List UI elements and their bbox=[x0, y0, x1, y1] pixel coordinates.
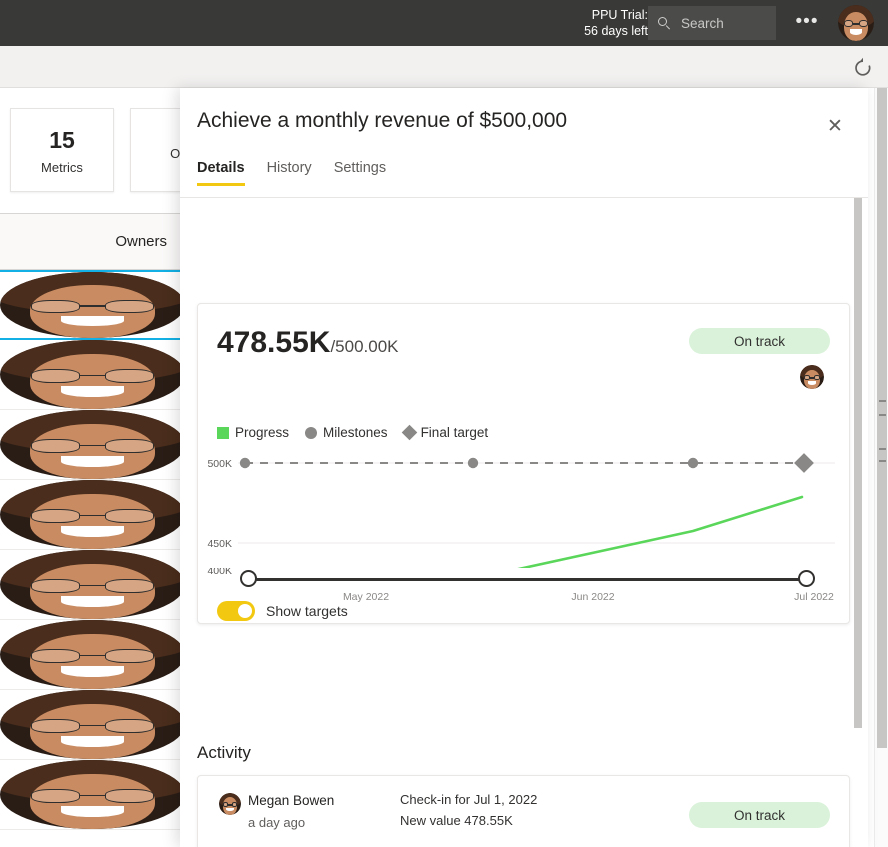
final-target-diamond-icon bbox=[401, 424, 417, 441]
legend-item-milestones: Milestones bbox=[305, 425, 388, 440]
app-root: PPU Trial: 56 days left Search ••• 15 Me… bbox=[0, 0, 888, 847]
legend-label: Milestones bbox=[323, 425, 388, 440]
table-row[interactable]: Megan Bowen bbox=[0, 340, 185, 410]
more-options-icon[interactable]: ••• bbox=[795, 12, 819, 34]
table-row[interactable]: Megan Bowen bbox=[0, 270, 185, 340]
activity-heading: Activity bbox=[197, 743, 251, 762]
avatar bbox=[0, 550, 185, 619]
slider-track[interactable] bbox=[250, 578, 805, 581]
metric-current-value: 478.55K bbox=[217, 326, 331, 359]
owners-table-rows: Megan Bowen Megan Bowen Megan Bowen bbox=[0, 270, 185, 830]
tab-settings[interactable]: Settings bbox=[334, 160, 386, 186]
status-badge: On track bbox=[689, 802, 830, 828]
slider-handle-start[interactable] bbox=[240, 570, 257, 587]
avatar bbox=[0, 480, 185, 549]
slider-handle-end[interactable] bbox=[798, 570, 815, 587]
panel-scrollbar[interactable] bbox=[854, 198, 862, 847]
svg-text:Jun 2022: Jun 2022 bbox=[571, 591, 614, 603]
avatar bbox=[0, 760, 185, 829]
avatar bbox=[0, 620, 185, 689]
avatar bbox=[0, 410, 185, 479]
progress-line-chart: 500K 450K bbox=[198, 451, 851, 568]
panel-tabs: Details History Settings bbox=[197, 160, 386, 186]
ppu-trial-line1: PPU Trial: bbox=[591, 8, 648, 22]
kpi-label: Metrics bbox=[41, 159, 83, 175]
svg-text:May 2022: May 2022 bbox=[343, 591, 389, 603]
show-targets-toggle-row: Show targets bbox=[217, 601, 348, 621]
table-column-header-owners[interactable]: Owners bbox=[0, 214, 185, 270]
panel-scrollbar-thumb[interactable] bbox=[854, 198, 862, 728]
avatar[interactable] bbox=[800, 365, 824, 389]
legend-item-final-target: Final target bbox=[401, 424, 489, 441]
ppu-trial-status: PPU Trial: 56 days left bbox=[538, 7, 648, 39]
user-avatar[interactable] bbox=[838, 5, 874, 41]
show-targets-toggle[interactable] bbox=[217, 601, 255, 621]
legend-label: Progress bbox=[235, 425, 290, 440]
panel-content: 478.55K/500.00K On track Progress Milest… bbox=[180, 198, 868, 847]
activity-author: Megan Bowen bbox=[248, 793, 335, 808]
show-targets-label: Show targets bbox=[266, 603, 348, 619]
chart-legend: Progress Milestones Final target bbox=[217, 424, 489, 441]
page-scrollbar-thumb[interactable] bbox=[877, 88, 887, 748]
tab-details[interactable]: Details bbox=[197, 160, 245, 186]
metric-target-value: /500.00K bbox=[330, 337, 399, 356]
metric-value-group: 478.55K/500.00K bbox=[217, 326, 399, 360]
status-badge: On track bbox=[689, 328, 830, 354]
top-navigation-bar: PPU Trial: 56 days left Search ••• bbox=[0, 0, 888, 46]
progress-chart-card: 478.55K/500.00K On track Progress Milest… bbox=[197, 303, 850, 624]
kpi-number: 15 bbox=[49, 126, 75, 153]
progress-square-icon bbox=[217, 426, 229, 439]
table-row[interactable]: Megan Bowen bbox=[0, 620, 185, 690]
avatar bbox=[0, 272, 185, 338]
tab-history[interactable]: History bbox=[267, 160, 312, 186]
search-input[interactable]: Search bbox=[648, 6, 776, 40]
legend-label: Final target bbox=[420, 425, 489, 440]
kpi-card-metrics[interactable]: 15 Metrics bbox=[10, 108, 114, 192]
avatar bbox=[219, 793, 241, 815]
search-icon bbox=[657, 16, 672, 31]
metric-details-panel: Achieve a monthly revenue of $500,000 ✕ … bbox=[180, 88, 868, 847]
avatar bbox=[0, 340, 185, 409]
table-row[interactable]: Megan Bowen bbox=[0, 480, 185, 550]
page-title: Achieve a monthly revenue of $500,000 bbox=[197, 109, 568, 132]
activity-list-item[interactable]: Megan Bowen a day ago Check-in for Jul 1… bbox=[197, 775, 850, 847]
activity-timestamp: a day ago bbox=[248, 815, 306, 830]
ppu-trial-line2: 56 days left bbox=[584, 24, 648, 38]
refresh-icon[interactable] bbox=[851, 56, 875, 80]
table-row[interactable]: Megan Bowen bbox=[0, 550, 185, 620]
search-placeholder: Search bbox=[681, 15, 724, 31]
legend-item-progress: Progress bbox=[217, 425, 289, 440]
page-scrollbar[interactable] bbox=[874, 88, 888, 847]
table-row[interactable]: Megan Bowen bbox=[0, 760, 185, 830]
column-header-label: Owners bbox=[115, 233, 167, 250]
close-icon[interactable]: ✕ bbox=[824, 116, 846, 138]
milestone-circle-icon bbox=[305, 426, 318, 439]
table-row[interactable]: Megan Bowen bbox=[0, 410, 185, 480]
command-bar bbox=[0, 46, 888, 88]
activity-new-value: New value 478.55K bbox=[400, 813, 513, 828]
activity-checkin-date: Check-in for Jul 1, 2022 bbox=[400, 792, 538, 807]
svg-text:400K: 400K bbox=[207, 568, 232, 577]
avatar-face-icon bbox=[838, 5, 874, 41]
progress-line bbox=[517, 495, 804, 568]
svg-text:Jul 2022: Jul 2022 bbox=[794, 591, 834, 603]
table-row[interactable]: Megan Bowen bbox=[0, 690, 185, 760]
date-range-slider[interactable] bbox=[240, 568, 815, 590]
avatar bbox=[0, 690, 185, 759]
